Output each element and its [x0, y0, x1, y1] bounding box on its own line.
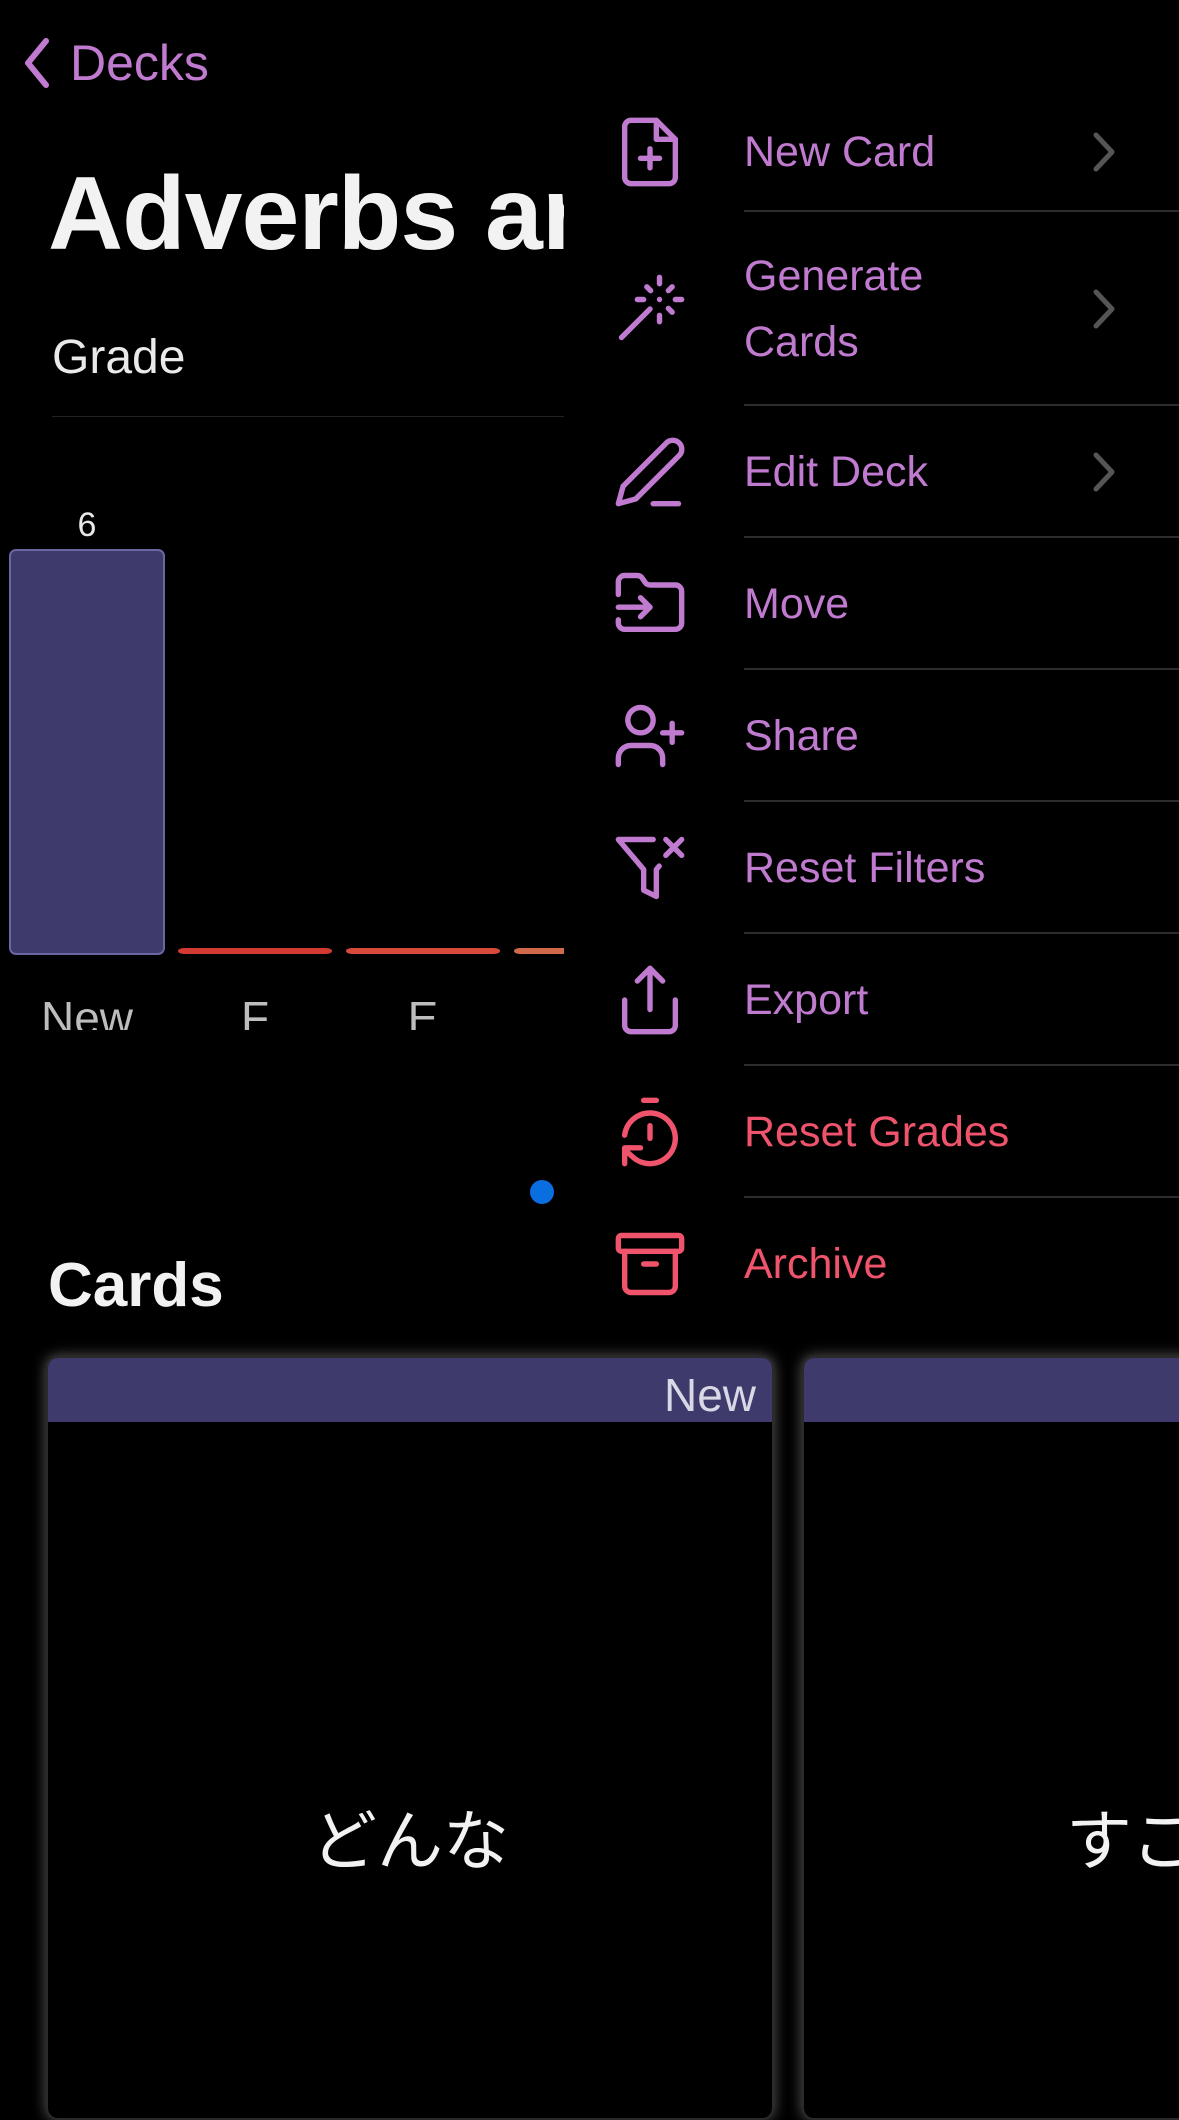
menu-item-label: Edit Deck [744, 448, 929, 496]
menu-item-label: Generate Cards [744, 252, 924, 366]
menu-item-label: Archive [744, 1240, 888, 1288]
file-plus-icon [612, 114, 688, 190]
menu-item-label: Share [744, 712, 859, 760]
menu-item-share[interactable]: Share [564, 670, 1179, 802]
deck-title: Adverbs ar [48, 156, 564, 272]
back-label: Decks [70, 35, 209, 91]
cards-section-title: Cards [48, 1251, 224, 1320]
bar-value-label: 6 [78, 506, 97, 544]
card-status-badge: New [663, 1369, 756, 1421]
card-front-text: すご [1066, 1804, 1179, 1878]
chevron-right-icon [1093, 452, 1115, 492]
user-plus-icon [612, 698, 688, 774]
card-header [804, 1358, 1179, 1422]
card-front-text: どんな [311, 1804, 509, 1878]
chevron-left-icon [25, 38, 49, 88]
menu-item-generate-cards[interactable]: Generate Cards [564, 212, 1179, 406]
category-label: E [408, 992, 439, 1030]
grade-chart: 6 New F E [9, 506, 564, 1030]
divider [52, 416, 564, 417]
bar-e [346, 948, 500, 954]
menu-item-label: Move [744, 580, 850, 628]
menu-item-move[interactable]: Move [564, 538, 1179, 670]
filter-x-icon [612, 830, 688, 906]
bar-new [9, 549, 165, 955]
chevron-right-icon [1093, 132, 1115, 172]
menu-item-new-card[interactable]: New Card [564, 92, 1179, 212]
folder-input-icon [612, 566, 688, 642]
card-header: New [48, 1358, 772, 1422]
bar-unlabeled [514, 948, 564, 954]
menu-item-label: Reset Grades [744, 1108, 1010, 1156]
menu-item-reset-filters[interactable]: Reset Filters [564, 802, 1179, 934]
card-tile[interactable]: New どんな [46, 1356, 774, 2120]
card-tile[interactable]: すご [802, 1356, 1179, 2120]
archive-icon [612, 1226, 688, 1302]
back-button[interactable]: Decks [22, 34, 209, 92]
menu-item-label: Reset Filters [744, 844, 986, 892]
page-indicator-dot[interactable] [530, 1180, 554, 1204]
pencil-icon [612, 434, 688, 510]
menu-item-edit-deck[interactable]: Edit Deck [564, 406, 1179, 538]
menu-item-archive[interactable]: Archive [564, 1198, 1179, 1330]
menu-item-label: New Card [744, 128, 936, 176]
upload-icon [612, 962, 688, 1038]
category-label: F [241, 992, 269, 1030]
chevron-right-icon [1093, 289, 1115, 329]
grade-label: Grade [52, 331, 186, 384]
magic-wand-icon [612, 271, 688, 347]
menu-item-reset-grades[interactable]: Reset Grades [564, 1066, 1179, 1198]
category-label: New [41, 992, 134, 1030]
deck-context-menu: New Card Generate Cards Edit Deck Move S… [564, 0, 1179, 1310]
timer-reset-icon [612, 1094, 688, 1170]
bar-f [178, 948, 332, 954]
menu-item-export[interactable]: Export [564, 934, 1179, 1066]
menu-item-label: Export [744, 976, 869, 1024]
